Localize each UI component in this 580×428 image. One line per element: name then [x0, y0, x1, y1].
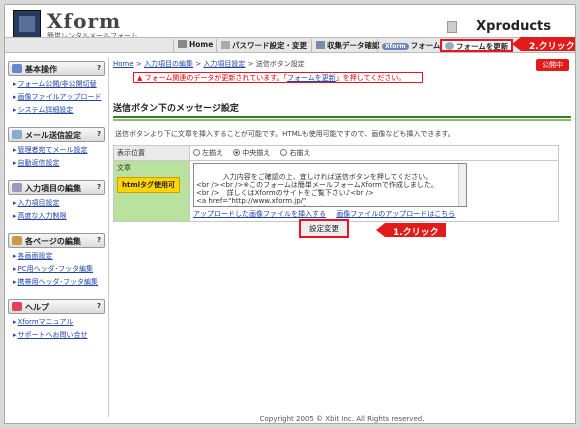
logo-text: Xform — [47, 9, 122, 33]
nav-password[interactable]: パスワード設定・変更 — [216, 39, 311, 52]
upload-image-link[interactable]: 画像ファイルのアップロードはこちら — [336, 210, 455, 218]
help-icon[interactable]: ? — [97, 130, 101, 138]
sidebar-heading: 基本操作? — [8, 61, 105, 76]
text-label: 文章 — [117, 164, 131, 172]
breadcrumb-item[interactable]: 入力項目設定 — [203, 60, 245, 68]
message-textarea[interactable]: 入力内容をご確認の上、宜しければ送信ボタンを押してください。 <br /><br… — [193, 163, 467, 207]
help-book-icon — [12, 302, 22, 311]
sidebar-link[interactable]: 携帯用ヘッダ･フッタ編集 — [13, 277, 105, 287]
breadcrumb-item[interactable]: 入力項目の編集 — [144, 60, 193, 68]
section-title: 送信ボタン下のメッセージ設定 — [113, 101, 571, 118]
refresh-icon — [445, 42, 454, 50]
section-divider — [113, 119, 571, 121]
xproducts-icon — [447, 21, 457, 33]
nav-home[interactable]: Home — [173, 39, 217, 52]
sidebar-link[interactable]: 入力項目設定 — [13, 198, 105, 208]
callout-click-1: 1.クリック — [376, 223, 446, 238]
nav-data[interactable]: 収集データ確認 — [311, 39, 384, 52]
sidebar-link[interactable]: 画像ファイルアップロード — [13, 92, 105, 102]
breadcrumb-home[interactable]: Home — [113, 60, 134, 68]
breadcrumb-current: 送信ボタン設定 — [255, 60, 305, 68]
sidebar-section-pages: 各ページの編集? 各画面設定 PC用ヘッダ･フッタ編集 携帯用ヘッダ･フッタ編集 — [8, 233, 105, 287]
alert-update-link[interactable]: フォームを更新 — [287, 74, 336, 82]
home-icon — [178, 40, 187, 48]
sidebar: 基本操作? フォーム公開/非公開切替 画像ファイルアップロード システム詳細設定… — [5, 57, 109, 417]
sidebar-link[interactable]: 管理者宛てメール設定 — [13, 145, 105, 155]
sidebar-section-basic: 基本操作? フォーム公開/非公開切替 画像ファイルアップロード システム詳細設定 — [8, 61, 105, 115]
sidebar-section-fields: 入力項目の編集? 入力項目設定 高度な入力制限 — [8, 180, 105, 221]
settings-change-button[interactable]: 設定変更 — [299, 219, 349, 238]
sidebar-link[interactable]: サポートへお問い合せ — [13, 330, 105, 340]
radio-left[interactable] — [193, 149, 200, 156]
help-icon[interactable]: ? — [97, 183, 101, 191]
help-icon[interactable]: ? — [97, 302, 101, 310]
warning-icon: ▲ — [137, 74, 143, 82]
top-nav: Home パスワード設定・変更 収集データ確認 Xform フォームを見る フォー… — [5, 37, 575, 53]
edit-icon — [12, 183, 22, 192]
html-tag-button[interactable]: htmlタグ使用可 — [117, 177, 181, 193]
help-icon[interactable]: ? — [97, 64, 101, 72]
position-options: 左揃え 中央揃え 右揃え — [189, 145, 559, 161]
update-alert: ▲ フォーム関連のデータが更新されています。「フォームを更新」を押してください。 — [133, 72, 423, 83]
key-icon — [221, 41, 230, 49]
sidebar-link[interactable]: 自動返信設定 — [13, 158, 105, 168]
footer: Copyright 2005 © Xbit Inc. All Rights re… — [259, 415, 425, 423]
mail-icon — [12, 130, 22, 139]
sidebar-section-help: ヘルプ? Xformマニュアル サポートへお問い合せ — [8, 299, 105, 340]
text-cell: 入力内容をご確認の上、宜しければ送信ボタンを押してください。 <br /><br… — [189, 160, 559, 222]
main-content: Home > 入力項目の編集 > 入力項目設定 > 送信ボタン設定 ▲ フォーム… — [113, 57, 571, 417]
sidebar-heading: ヘルプ? — [8, 299, 105, 314]
sidebar-heading: 各ページの編集? — [8, 233, 105, 248]
sidebar-link[interactable]: Xformマニュアル — [13, 317, 105, 327]
settings-icon — [12, 64, 22, 73]
image-links: アップロードした画像ファイルを挿入する 画像ファイルのアップロードはこちら — [193, 209, 555, 219]
breadcrumb: Home > 入力項目の編集 > 入力項目設定 > 送信ボタン設定 — [113, 60, 305, 68]
nav-update-form[interactable]: フォームを更新 — [440, 39, 514, 52]
sidebar-link[interactable]: 各画面設定 — [13, 251, 105, 261]
sidebar-link[interactable]: PC用ヘッダ･フッタ編集 — [13, 264, 105, 274]
xproducts-brand[interactable]: Xproducts — [476, 19, 551, 34]
sidebar-link[interactable]: 高度な入力制限 — [13, 211, 105, 221]
section-description: 送信ボタンより下に文章を挿入することが可能です。HTMLも使用可能ですので、画像… — [115, 130, 455, 138]
pages-icon — [12, 236, 22, 245]
sidebar-heading: メール送信設定? — [8, 127, 105, 142]
textarea-scrollbar[interactable] — [458, 164, 466, 206]
settings-table: 表示位置 左揃え 中央揃え 右揃え 文章 htmlタグ使用可 入力内容をご確認の… — [113, 145, 559, 222]
xform-pill: Xform — [382, 43, 409, 50]
submit-wrap: 設定変更 — [299, 219, 349, 238]
data-icon — [316, 41, 325, 49]
help-icon[interactable]: ? — [97, 236, 101, 244]
radio-right[interactable] — [280, 149, 288, 156]
text-label-cell: 文章 htmlタグ使用可 — [113, 160, 190, 222]
callout-click-2: 2.クリック — [512, 37, 575, 52]
app-frame: Xform 簡単レンタルメールフォーム Xproducts Home パスワード… — [4, 4, 576, 424]
xform-logo-icon — [13, 10, 41, 38]
position-label: 表示位置 — [113, 145, 190, 161]
sidebar-link[interactable]: フォーム公開/非公開切替 — [13, 79, 105, 89]
sidebar-section-mail: メール送信設定? 管理者宛てメール設定 自動返信設定 — [8, 127, 105, 168]
insert-image-link[interactable]: アップロードした画像ファイルを挿入する — [193, 210, 326, 218]
sidebar-link[interactable]: システム詳細設定 — [13, 105, 105, 115]
sidebar-heading: 入力項目の編集? — [8, 180, 105, 195]
radio-center[interactable] — [233, 149, 241, 156]
